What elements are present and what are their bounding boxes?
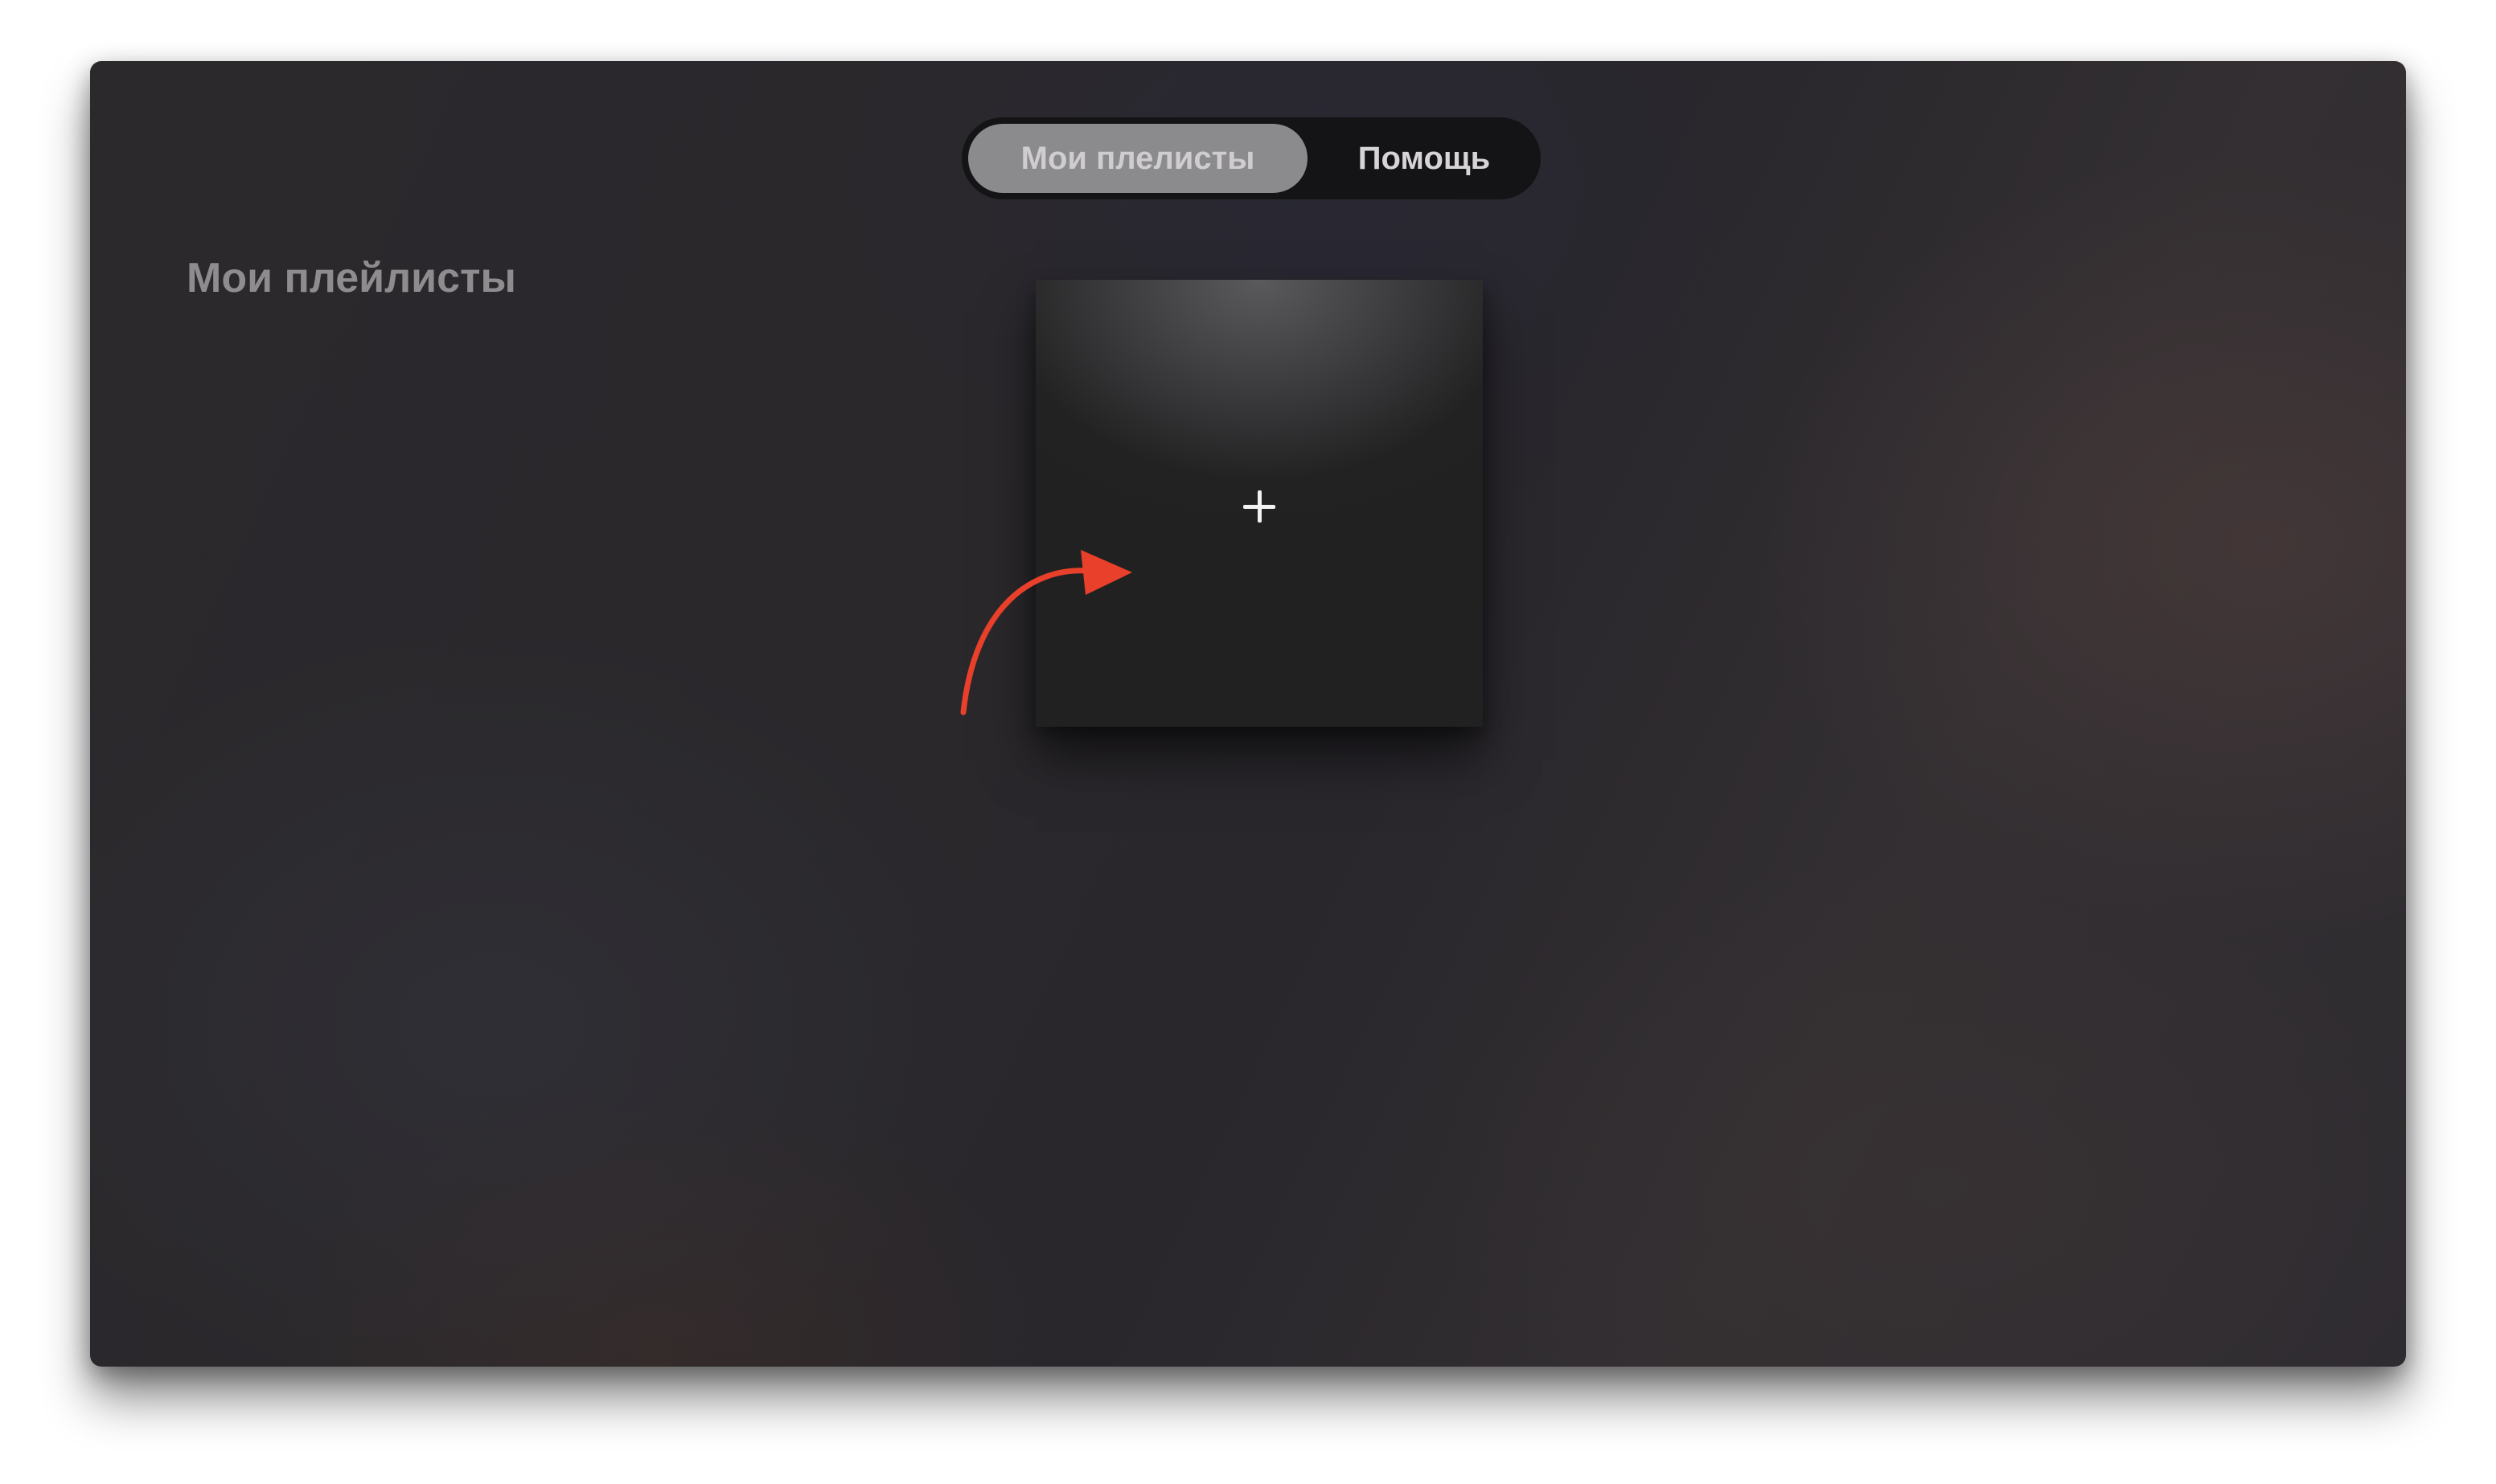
tab-my-playlists[interactable]: Мои плелисты <box>968 124 1308 193</box>
section-title: Мои плейлисты <box>187 255 516 301</box>
tab-help[interactable]: Помощь <box>1316 124 1533 193</box>
tv-screen: Мои плелисты Помощь Мои плейлисты <box>90 61 2406 1367</box>
plus-icon <box>1243 490 1275 523</box>
top-tab-bar: Мои плелисты Помощь <box>962 117 1541 199</box>
curved-arrow-icon <box>960 550 1132 715</box>
